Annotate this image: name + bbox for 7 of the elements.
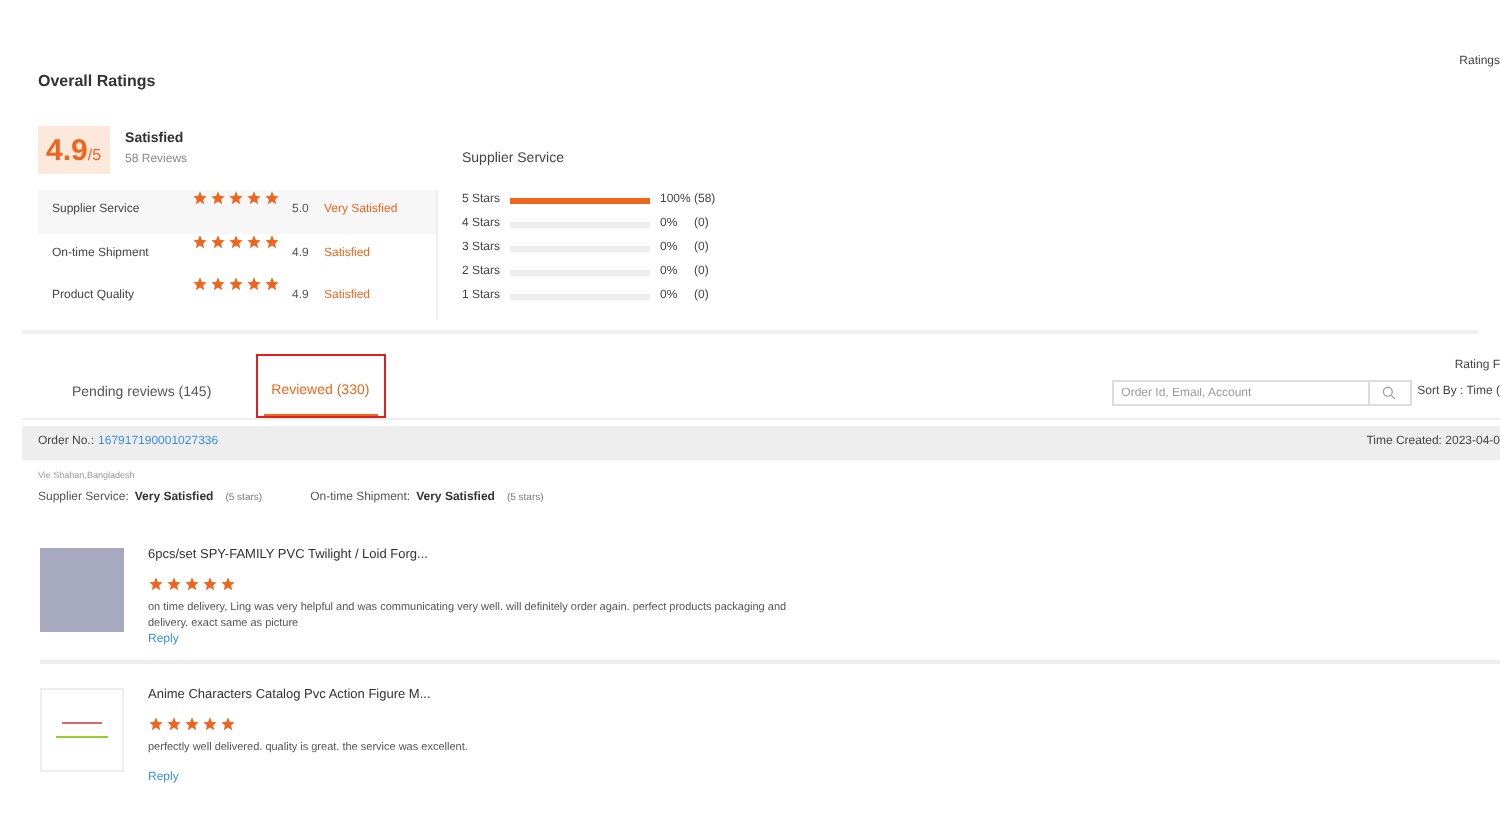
score-value: 4.9 — [46, 132, 88, 172]
search-button[interactable] — [1369, 380, 1412, 406]
photo-placeholder — [40, 688, 124, 772]
section-title: Overall Ratings — [38, 70, 156, 94]
photo-placeholder — [40, 548, 124, 632]
search-icon — [1382, 386, 1397, 400]
score-unit: /5 — [87, 144, 102, 168]
